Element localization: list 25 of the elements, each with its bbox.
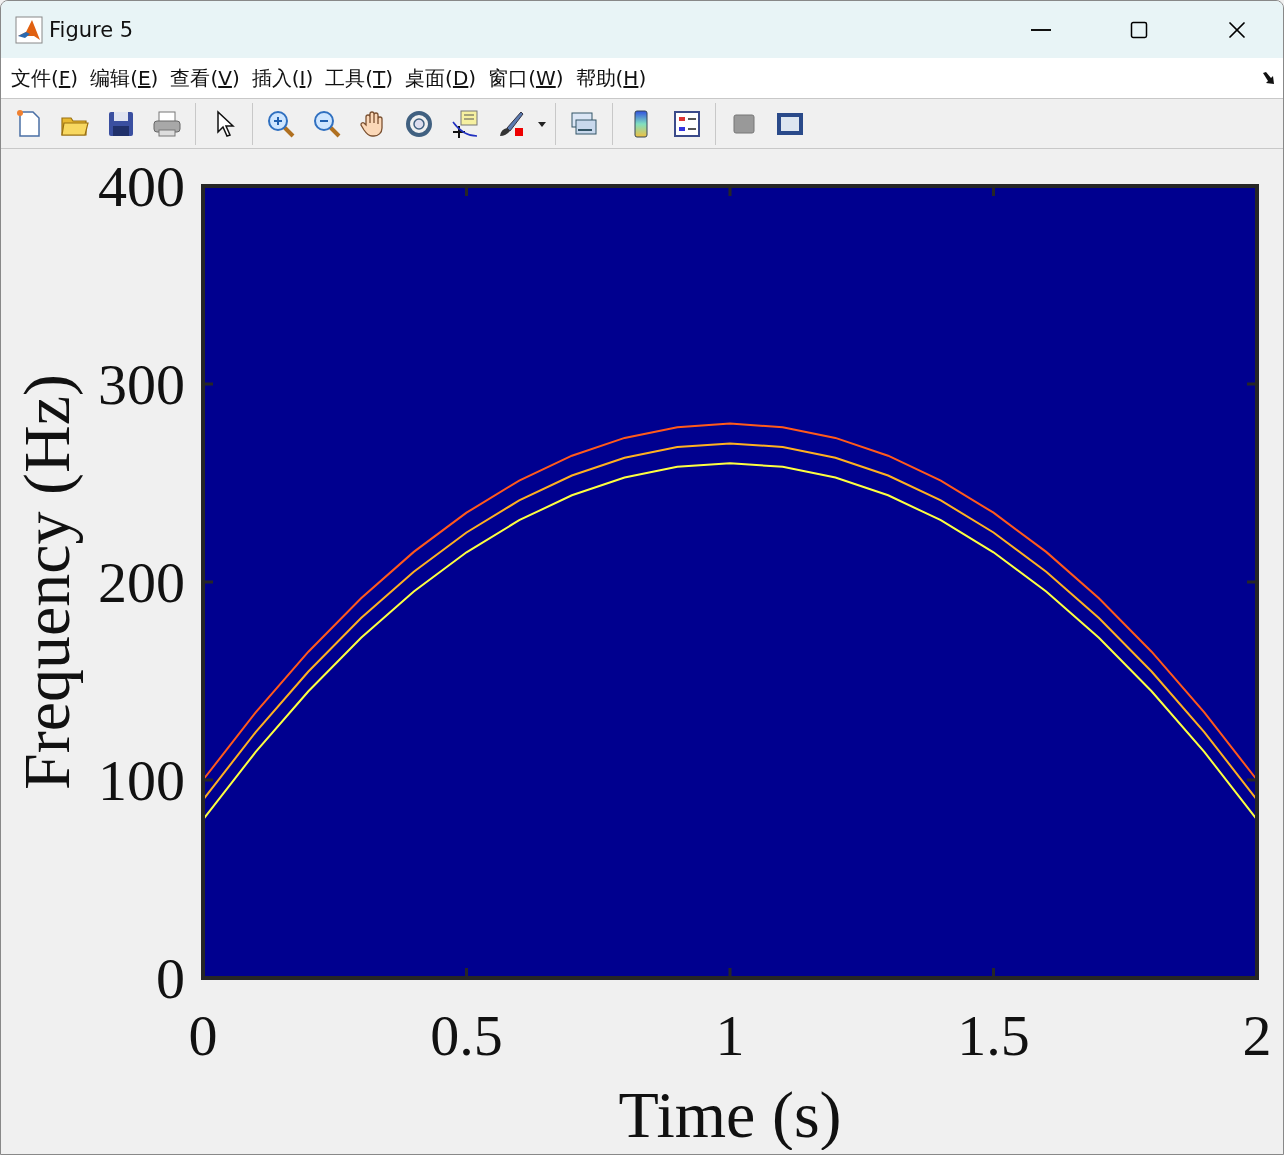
y-axis-label: Frequency (Hz) (10, 374, 83, 790)
maximize-icon (1129, 19, 1149, 40)
menu-item[interactable]: 桌面(D) (399, 60, 483, 97)
x-tick-label: 1 (715, 1003, 745, 1068)
x-tick-label: 0.5 (430, 1003, 503, 1068)
window-title: Figure 5 (49, 17, 135, 42)
x-tick-label: 1.5 (957, 1003, 1030, 1068)
dock-arrow-icon[interactable] (1261, 70, 1277, 87)
menu-item[interactable]: 查看(V) (164, 60, 246, 97)
menu-item[interactable]: 窗口(W) (482, 60, 570, 97)
minimize-icon (1031, 28, 1051, 31)
app-logo-icon (15, 15, 43, 44)
menu-item[interactable]: 帮助(H) (569, 60, 653, 97)
y-tick-label: 200 (98, 550, 185, 615)
y-tick-label: 0 (156, 946, 185, 1011)
menu-item[interactable]: 工具(T) (319, 60, 400, 97)
x-tick-label: 2 (1242, 1003, 1272, 1068)
data-cursor-icon (449, 107, 481, 140)
y-tick-label: 100 (98, 748, 185, 813)
menu-item[interactable]: 插入(I) (245, 60, 320, 97)
menu-item[interactable]: 文件(F) (5, 60, 85, 97)
menu-item[interactable]: 编辑(E) (84, 60, 165, 97)
x-tick-label: 0 (188, 1003, 218, 1068)
y-tick-label: 400 (98, 154, 185, 219)
y-tick-label: 300 (98, 352, 185, 417)
